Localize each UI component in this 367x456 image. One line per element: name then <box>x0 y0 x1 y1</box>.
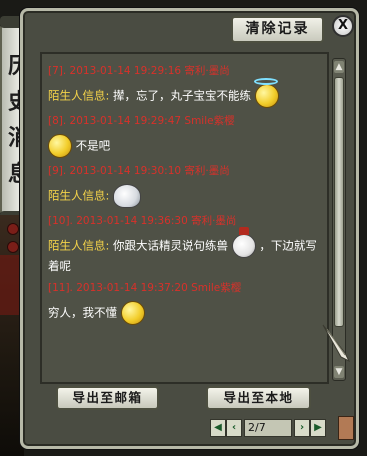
message-sender: 陌生人信息: <box>48 88 110 103</box>
message-body: 陌生人信息: 撵，忘了，丸子宝宝不能练 <box>48 78 322 108</box>
message-sender: 陌生人信息: <box>48 188 110 203</box>
quill-icon <box>322 324 351 363</box>
message-sender: 陌生人信息: <box>48 238 110 253</box>
scroll-thumb[interactable] <box>334 77 344 327</box>
blush-smiley-icon <box>48 134 72 158</box>
message-text: 你跟大话精灵说句练兽 <box>113 238 229 253</box>
hat-smiley-icon <box>231 227 256 258</box>
message-text: 穷人，我不懂 <box>48 305 117 320</box>
prev-page-icon[interactable]: ‹ <box>226 419 242 437</box>
message-body: 陌生人信息: 你跟大话精灵说句练兽 ，下边就写着呢 <box>48 227 322 275</box>
clear-records-button[interactable]: 清除记录 <box>231 16 324 43</box>
next-page-icon[interactable]: › <box>294 419 310 437</box>
message-text: 不是吧 <box>75 138 111 153</box>
bead-icon <box>7 241 19 253</box>
message-body: 穷人，我不懂 <box>48 301 322 325</box>
scroll-down-icon[interactable]: ▼ <box>334 366 344 378</box>
chat-log[interactable]: [7]. 2013-01-14 19:29:16 寄利·墨尚 陌生人信息: 撵，… <box>40 52 329 384</box>
message-timestamp: [7]. 2013-01-14 19:29:16 寄利·墨尚 <box>48 65 230 77</box>
scroll-up-icon[interactable]: ▲ <box>334 61 344 73</box>
first-page-icon[interactable]: ◀ <box>210 419 226 437</box>
halo-smiley-icon <box>253 78 279 108</box>
chat-log-content: [7]. 2013-01-14 19:29:16 寄利·墨尚 陌生人信息: 撵，… <box>48 58 322 325</box>
page-navigator: ◀ ‹ 2/7 › ▶ <box>210 419 326 439</box>
cloud-icon <box>113 184 142 208</box>
message-timestamp: [10]. 2013-01-14 19:36:30 寄利·墨尚 <box>48 215 237 227</box>
seal-icon <box>338 416 354 440</box>
message-timestamp: [8]. 2013-01-14 19:29:47 Smile紫樱 <box>48 115 235 127</box>
page-indicator: 2/7 <box>244 419 292 437</box>
history-window: 清除记录 X [7]. 2013-01-14 19:29:16 寄利·墨尚 陌生… <box>20 8 359 449</box>
export-to-mailbox-button[interactable]: 导出至邮箱 <box>56 386 159 410</box>
close-button[interactable]: X <box>332 15 354 37</box>
sweat-smiley-icon <box>120 301 145 325</box>
message-body: 陌生人信息: <box>48 184 322 208</box>
message-body: 不是吧 <box>48 134 322 158</box>
last-page-icon[interactable]: ▶ <box>310 419 326 437</box>
background-figure <box>0 255 20 315</box>
bead-icon <box>7 223 19 235</box>
message-timestamp: [9]. 2013-01-14 19:30:10 寄利·墨尚 <box>48 165 230 177</box>
message-timestamp: [11]. 2013-01-14 19:37:20 Smile紫樱 <box>48 282 242 294</box>
export-to-local-button[interactable]: 导出至本地 <box>206 386 311 410</box>
message-text: 撵，忘了，丸子宝宝不能练 <box>113 88 252 103</box>
